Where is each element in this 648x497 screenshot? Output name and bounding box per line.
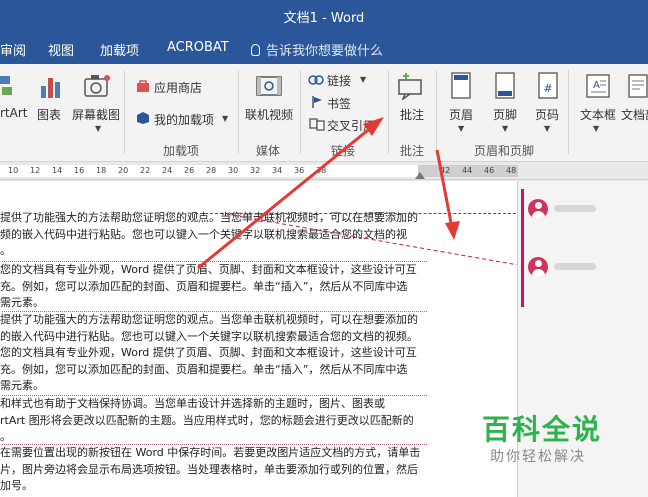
- ruler-tick-label: 20: [118, 166, 129, 175]
- window-title: 文档1 - Word: [283, 11, 365, 26]
- ruler-tick-label: 22: [140, 166, 151, 175]
- online-video-button[interactable]: 联机视频: [245, 106, 293, 123]
- ruler-tick-label: 14: [52, 166, 63, 175]
- ruler-tick-label: 30: [228, 166, 239, 175]
- comment-anchor-line: [220, 213, 517, 266]
- watermark-brand: 百科全说: [482, 413, 603, 446]
- avatar: [528, 257, 548, 277]
- paragraph: 您的文档具有专业外观，Word 提供了页眉、页脚、封面和文本框设计，这些设计可互…: [0, 263, 417, 309]
- chart-icon: [40, 72, 62, 100]
- my-addins-icon: [136, 110, 150, 124]
- paragraph-divider: [2, 444, 427, 445]
- chevron-down-icon: ▼: [222, 114, 229, 123]
- online-video-icon: [255, 72, 283, 100]
- group-label-header-footer: 页眉和页脚: [474, 144, 535, 158]
- comment-marker-bar: [521, 189, 524, 307]
- crossref-button[interactable]: 交叉引用: [327, 117, 375, 134]
- camera-icon: [84, 72, 112, 100]
- comment-icon: [397, 72, 425, 102]
- smartart-button[interactable]: rtArt: [0, 106, 28, 120]
- comment-author-redacted: [554, 263, 596, 270]
- ruler-tick-label: 18: [96, 166, 107, 175]
- ribbon-tab-bar: 审阅 视图 加载项 ACROBAT 告诉我你想要做什么: [0, 30, 648, 64]
- ruler-tick-label: 42: [440, 166, 451, 175]
- app-store-button[interactable]: 应用商店: [154, 79, 202, 96]
- link-icon: [308, 72, 324, 86]
- ruler-tick-label: 44: [462, 166, 473, 175]
- my-addins-button[interactable]: 我的加载项: [154, 111, 214, 128]
- watermark: 百科全说 助你轻松解决: [470, 408, 620, 478]
- ruler-tick-label: 12: [30, 166, 41, 175]
- bookmark-icon: [310, 94, 324, 108]
- ribbon-separator: [238, 70, 239, 154]
- quick-parts-button[interactable]: 文档部件: [621, 106, 648, 123]
- page-number-button[interactable]: 页码: [535, 106, 559, 123]
- group-label-comments: 批注: [400, 144, 425, 158]
- watermark-slogan: 助你轻松解决: [490, 449, 586, 465]
- group-label-addins: 加载项: [163, 144, 200, 158]
- ruler-tick-label: 32: [250, 166, 261, 175]
- header-icon: [450, 72, 472, 100]
- chevron-down-icon: ▼: [544, 124, 551, 133]
- chevron-down-icon: ▼: [458, 124, 465, 133]
- chevron-down-icon: ▼: [502, 124, 509, 133]
- ruler-tick-label: 38: [316, 166, 327, 175]
- right-indent-marker[interactable]: [415, 172, 425, 179]
- ruler-tick-label: 34: [272, 166, 283, 175]
- tab-review[interactable]: 审阅: [0, 40, 26, 59]
- tab-view[interactable]: 视图: [48, 40, 74, 59]
- tell-me-label: 告诉我你想要做什么: [266, 44, 384, 59]
- ruler-tick-label: 46: [484, 166, 495, 175]
- document-page[interactable]: 提供了功能强大的方法帮助您证明您的观点。当您单击联机视频时，可以在想要添加的 频…: [0, 181, 518, 497]
- paragraph: 提供了功能强大的方法帮助您证明您的观点。当您单击联机视频时，可以在想要添加的 的…: [0, 313, 418, 392]
- horizontal-ruler[interactable]: 10 12 14 16 18 20 22 24 26 28 30 32 34 36 38 42 44 46 48: [0, 162, 648, 180]
- chart-button[interactable]: 图表: [37, 106, 61, 123]
- ribbon-separator: [436, 70, 437, 154]
- chevron-down-icon: ▼: [593, 124, 600, 133]
- title-bar: 文档1 - Word: [0, 0, 648, 30]
- bookmark-button[interactable]: 书签: [327, 95, 351, 112]
- tab-addins[interactable]: 加载项: [100, 40, 139, 59]
- paragraph-divider: [2, 311, 427, 312]
- lightbulb-icon: [251, 44, 260, 56]
- footer-button[interactable]: 页脚: [493, 106, 517, 123]
- textbox-button[interactable]: 文本框: [580, 106, 616, 123]
- textbox-icon: A: [586, 72, 610, 100]
- ruler-tick-label: 16: [74, 166, 85, 175]
- ruler-tick-label: 28: [206, 166, 217, 175]
- new-comment-button[interactable]: 批注: [400, 106, 424, 123]
- ruler-tick-label: 48: [506, 166, 517, 175]
- paragraph-divider: [2, 395, 427, 396]
- ruler-tick-label: 36: [294, 166, 305, 175]
- ribbon: rtArt 图表 屏幕截图 ▼ 应用商店 我的加载项 ▼ 加载项 联机视频 媒体…: [0, 64, 648, 162]
- group-label-links: 链接: [331, 144, 356, 158]
- svg-text:#: #: [543, 82, 552, 95]
- tab-acrobat[interactable]: ACROBAT: [167, 40, 229, 55]
- paragraph: 在需要位置出现的新按钮在 Word 中保存时间。若要更改图片适应文档的方式，请单…: [0, 446, 421, 492]
- comment-author-redacted: [554, 205, 596, 212]
- paragraph: 和样式也有助于文档保持协调。当您单击设计并选择新的主题时，图片、图表或 rtAr…: [0, 397, 414, 443]
- ruler-tick-label: 10: [8, 166, 19, 175]
- smartart-icon: [0, 72, 14, 98]
- quick-parts-icon: [628, 72, 648, 100]
- chevron-down-icon: ▼: [360, 75, 367, 84]
- crossref-icon: [309, 116, 325, 131]
- group-label-media: 媒体: [256, 144, 281, 158]
- link-button[interactable]: 链接: [327, 72, 351, 89]
- footer-icon: [494, 72, 516, 100]
- ribbon-separator: [300, 70, 301, 154]
- ruler-tick-label: 24: [162, 166, 173, 175]
- ribbon-separator: [568, 70, 569, 154]
- header-button[interactable]: 页眉: [449, 106, 473, 123]
- page-number-icon: #: [537, 72, 559, 100]
- ribbon-separator: [124, 70, 125, 154]
- tell-me-search[interactable]: 告诉我你想要做什么: [251, 40, 383, 59]
- chevron-down-icon: ▼: [95, 124, 102, 133]
- ruler-tick-label: 26: [184, 166, 195, 175]
- screenshot-button[interactable]: 屏幕截图: [72, 106, 120, 123]
- store-icon: [136, 78, 150, 92]
- avatar: [528, 199, 548, 219]
- ribbon-separator: [388, 70, 389, 154]
- svg-text:A: A: [593, 80, 600, 91]
